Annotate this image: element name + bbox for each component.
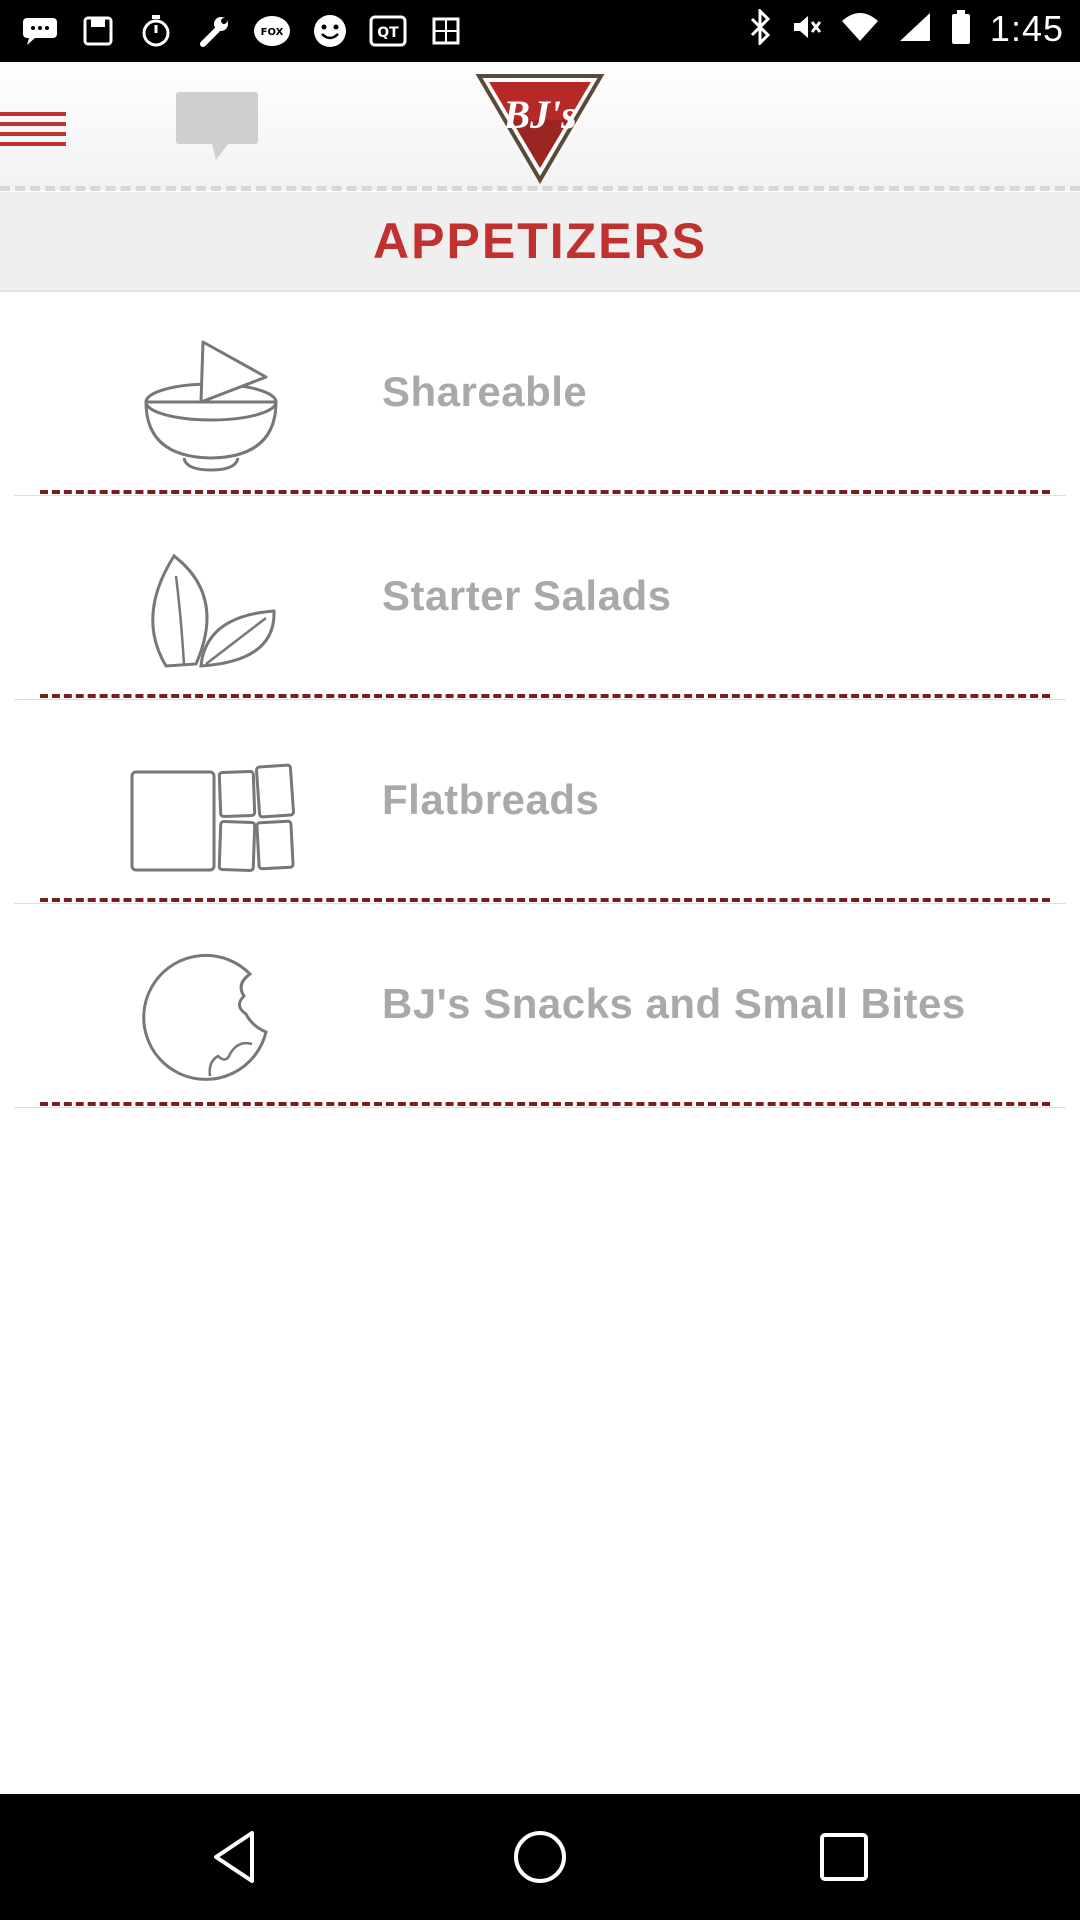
back-icon <box>214 1831 254 1883</box>
hamburger-menu-button[interactable] <box>0 104 70 154</box>
svg-text:QT: QT <box>377 25 399 41</box>
bluetooth-icon <box>748 6 772 50</box>
home-button[interactable] <box>510 1827 570 1887</box>
list-item-label: Starter Salads <box>382 572 672 619</box>
leaves-icon <box>126 536 296 676</box>
bjs-logo-icon: BJ's <box>475 74 605 184</box>
square-icon <box>426 12 466 50</box>
recents-icon <box>820 1833 868 1881</box>
status-time: 1:45 <box>989 8 1064 49</box>
battery-icon <box>950 9 972 50</box>
list-item-starter-salads[interactable]: Starter Salads <box>0 496 1080 700</box>
recents-button[interactable] <box>814 1827 874 1887</box>
list-item-label: BJ's Snacks and Small Bites <box>382 980 966 1027</box>
qt-icon: QT <box>368 12 408 50</box>
signal-icon <box>898 11 932 48</box>
list-item-label: Flatbreads <box>382 776 600 823</box>
stopwatch-icon <box>136 12 176 50</box>
divider <box>14 1102 1066 1108</box>
list-item-flatbreads[interactable]: Flatbreads <box>0 700 1080 904</box>
flatbread-icon <box>126 740 296 880</box>
save-icon <box>78 12 118 50</box>
logo-text: BJ's <box>502 92 576 137</box>
chat-button[interactable] <box>172 90 262 162</box>
wifi-icon <box>840 11 880 48</box>
system-status: 1:45 <box>748 6 1064 50</box>
home-icon <box>514 1831 566 1883</box>
section-title: APPETIZERS <box>373 213 707 269</box>
header-divider <box>0 186 1080 191</box>
status-bar: FOX QT 1:45 <box>0 0 1080 62</box>
smiley-icon <box>310 12 350 50</box>
app-header: BJ's <box>0 62 1080 191</box>
bitten-cookie-icon <box>126 944 296 1084</box>
bjs-logo[interactable]: BJ's <box>475 72 605 184</box>
back-button[interactable] <box>206 1827 266 1887</box>
svg-text:FOX: FOX <box>261 27 284 38</box>
speech-bubble-icon <box>176 92 258 160</box>
mute-icon <box>790 11 822 48</box>
list-item-shareable[interactable]: Shareable <box>0 292 1080 496</box>
hamburger-icon <box>0 112 66 146</box>
section-header: APPETIZERS <box>0 192 1080 292</box>
bowl-icon <box>126 332 296 472</box>
wrench-icon <box>194 12 234 50</box>
fox-sports-icon: FOX <box>252 12 292 50</box>
list-item-label: Shareable <box>382 368 588 415</box>
list-item-snacks-small-bites[interactable]: BJ's Snacks and Small Bites <box>0 904 1080 1108</box>
notification-icons: FOX QT <box>20 12 466 50</box>
navigation-bar <box>0 1794 1080 1920</box>
chat-bubble-icon <box>20 12 60 50</box>
menu-category-list: Shareable Starter Salads Flatbreads BJ's… <box>0 292 1080 1108</box>
